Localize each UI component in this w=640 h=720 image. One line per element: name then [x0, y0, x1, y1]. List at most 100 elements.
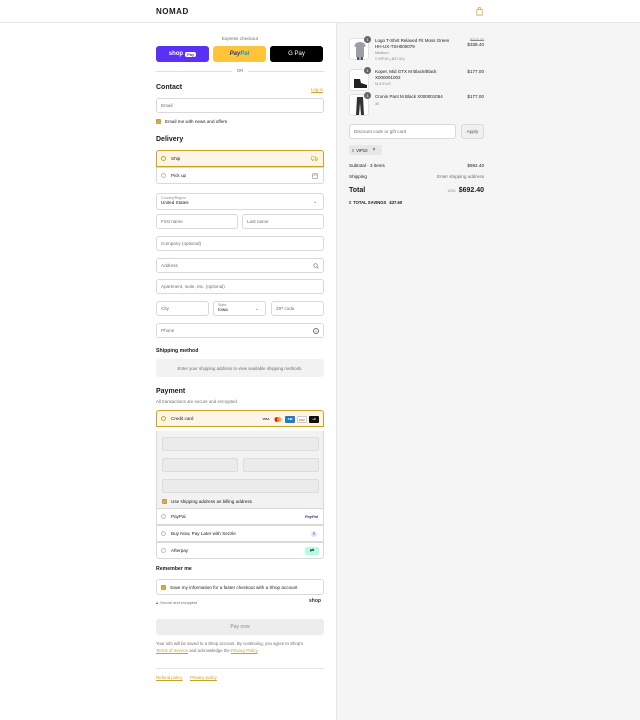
- tag-icon: ⌑: [349, 200, 352, 205]
- ship-option[interactable]: Ship: [156, 150, 324, 167]
- radio-selected-icon[interactable]: [161, 416, 166, 421]
- name-on-card-field[interactable]: [162, 479, 319, 493]
- total-row: Total USD $692.40: [349, 187, 484, 194]
- legal-and: and acknowledge the: [188, 648, 232, 653]
- news-label: Email me with news and offers: [165, 119, 228, 124]
- checkbox-checked-icon[interactable]: ✓: [161, 584, 166, 590]
- legal-line: Your info will be saved to a Shop accoun…: [156, 641, 304, 646]
- savings-label: TOTAL SAVINGS: [353, 200, 387, 205]
- more-cards-badge: +3: [309, 416, 319, 423]
- pickup-label: Pick up: [171, 173, 187, 178]
- radio-unselected-icon[interactable]: [161, 514, 166, 519]
- product-name: Koper, Mid GTX M Black/Black X000001002: [375, 69, 437, 80]
- shipping-value: Enter shipping address: [437, 174, 484, 179]
- paypal-text-b: Pal: [240, 51, 250, 57]
- pickup-option[interactable]: Pick up: [156, 167, 324, 184]
- checkout-form: Express checkout shop Pay Pay Pal G Pay O…: [0, 23, 336, 720]
- tag-icon: ⌑: [352, 147, 355, 153]
- payment-title: Payment: [156, 388, 186, 395]
- phone-field[interactable]: Phone ?: [156, 323, 324, 338]
- contact-title: Contact: [156, 84, 183, 91]
- chevron-down-icon: ⌄: [313, 199, 318, 205]
- help-icon[interactable]: ?: [313, 328, 319, 334]
- card-number-field[interactable]: [162, 437, 319, 451]
- shipping-label: Shipping: [349, 174, 367, 179]
- checkbox-checked-icon[interactable]: ✓: [162, 499, 167, 504]
- radio-unselected-icon[interactable]: [161, 548, 166, 553]
- divider-line: [156, 71, 232, 72]
- express-checkout-label: Express checkout: [221, 36, 259, 41]
- afterpay-option[interactable]: Afterpay ⇄: [156, 542, 324, 559]
- delivery-title: Delivery: [156, 136, 184, 143]
- product-thumbnail: 1: [349, 36, 371, 60]
- country-value: United States: [161, 200, 189, 205]
- paypal-button[interactable]: Pay Pal: [213, 46, 266, 62]
- discount-code-field[interactable]: Discount code or gift card: [349, 124, 456, 139]
- paypal-option[interactable]: PayPal PayPal: [156, 508, 324, 525]
- secure-text: Secure and encrypted: [160, 600, 198, 605]
- paypal-text-a: Pay: [229, 51, 241, 57]
- radio-unselected-icon[interactable]: [161, 531, 166, 536]
- google-pay-button[interactable]: G Pay: [270, 46, 323, 62]
- zip-field[interactable]: ZIP code: [271, 301, 324, 316]
- legal-text: Your info will be saved to a Shop accoun…: [156, 640, 326, 654]
- email-field[interactable]: Email: [156, 98, 324, 113]
- cart-item: 1 Logo T-Shirt Relaxed Fit Moss Green HH…: [349, 36, 484, 64]
- state-select[interactable]: State Iowa ⌄: [213, 301, 266, 316]
- credit-card-option[interactable]: Credit card VISA AM DSC +3: [156, 410, 324, 427]
- company-field[interactable]: Company (optional): [156, 236, 324, 251]
- amex-icon: AM: [285, 416, 295, 423]
- billing-checkbox-row[interactable]: ✓ Use shipping address as billing addres…: [162, 499, 252, 504]
- radio-selected-icon[interactable]: [161, 156, 166, 161]
- search-icon: [313, 263, 319, 269]
- apply-button[interactable]: Apply: [461, 124, 484, 139]
- login-link[interactable]: Log in: [311, 87, 323, 92]
- last-name-field[interactable]: Last name: [242, 214, 324, 229]
- email-placeholder: Email: [161, 103, 173, 108]
- first-name-placeholder: First name: [161, 219, 183, 224]
- header: NOMAD: [0, 0, 640, 23]
- brand-logo[interactable]: NOMAD: [156, 7, 189, 16]
- paypal-label: PayPal: [171, 514, 186, 519]
- afterpay-label: Afterpay: [171, 548, 189, 553]
- product-variant: 30: [375, 102, 380, 106]
- divider-line: [248, 71, 324, 72]
- zip-placeholder: ZIP code: [276, 306, 295, 311]
- sezzle-option[interactable]: Buy Now, Pay Later with Sezzle S: [156, 525, 324, 542]
- terms-link[interactable]: Terms of Service: [156, 648, 188, 653]
- news-checkbox-row[interactable]: ✓ Email me with news and offers: [156, 119, 227, 124]
- shipping-row: Shipping Enter shipping address: [349, 174, 484, 179]
- credit-card-label: Credit card: [171, 416, 194, 421]
- privacy-policy-link[interactable]: Privacy Policy: [231, 648, 257, 653]
- quantity-badge: 1: [364, 67, 371, 74]
- first-name-field[interactable]: First name: [156, 214, 238, 229]
- security-code-field[interactable]: [243, 458, 319, 472]
- product-name: Cronin Pant M Black X000001054: [375, 94, 443, 99]
- product-price: $177.00: [467, 69, 484, 74]
- chevron-down-icon: ⌄: [255, 306, 260, 312]
- pay-now-button[interactable]: Pay now: [156, 619, 324, 635]
- radio-unselected-icon[interactable]: [161, 173, 166, 178]
- expiry-field[interactable]: [162, 458, 238, 472]
- city-placeholder: City: [161, 306, 169, 311]
- product-variant: M 8.5 US: [375, 82, 391, 86]
- shipping-method-message: Enter your shipping address to view avai…: [156, 359, 324, 377]
- visa-icon: VISA: [262, 417, 270, 421]
- remove-tag-icon[interactable]: ×: [372, 147, 375, 153]
- country-select[interactable]: Country/Region United States ⌄: [156, 193, 324, 210]
- shopping-bag-icon[interactable]: [475, 7, 484, 16]
- sezzle-label: Buy Now, Pay Later with Sezzle: [171, 531, 236, 536]
- footer-privacy-link[interactable]: Privacy policy: [190, 675, 217, 680]
- address-field[interactable]: Address: [156, 258, 324, 273]
- product-name: Logo T-Shirt Relaxed Fit Moss Green HH-U…: [375, 38, 450, 49]
- apartment-field[interactable]: Apartment, suite, etc. (optional): [156, 279, 324, 294]
- shop-pay-button[interactable]: shop Pay: [156, 46, 209, 62]
- city-field[interactable]: City: [156, 301, 209, 316]
- save-info-row[interactable]: ✓ Save my information for a faster check…: [156, 579, 324, 595]
- savings-row: ⌑ TOTAL SAVINGS $37.60: [349, 200, 484, 205]
- currency-code: USD: [447, 189, 456, 193]
- checkbox-checked-icon[interactable]: ✓: [156, 119, 161, 124]
- refund-policy-link[interactable]: Refund policy: [156, 675, 183, 680]
- use-shipping-label: Use shipping address as billing address: [171, 499, 252, 504]
- footer-divider: [156, 668, 324, 669]
